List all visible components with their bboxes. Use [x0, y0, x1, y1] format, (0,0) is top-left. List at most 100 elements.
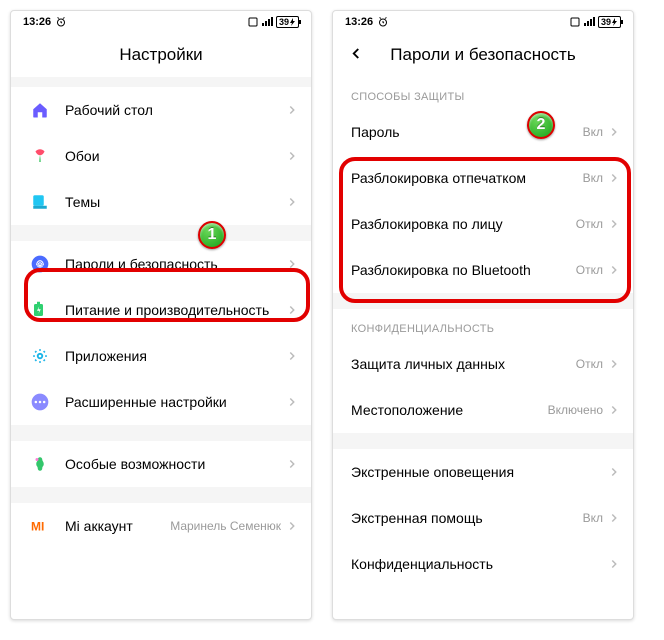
row-face-unlock[interactable]: Разблокировка по лицу Откл [333, 201, 633, 247]
row-wallpaper[interactable]: Обои [11, 133, 311, 179]
row-value: Включено [548, 403, 603, 417]
status-bar: 13:26 39 [11, 11, 311, 33]
row-apps[interactable]: Приложения [11, 333, 311, 379]
row-accessibility[interactable]: Особые возможности [11, 441, 311, 487]
battery-indicator: 39 [598, 16, 621, 28]
signal-icon [261, 17, 273, 27]
themes-icon [29, 191, 51, 213]
apps-icon [29, 345, 51, 367]
charging-icon [290, 18, 296, 26]
status-left: 13:26 [345, 16, 389, 28]
chevron-right-icon [607, 357, 621, 371]
chevron-right-icon [607, 171, 621, 185]
row-label: Приложения [65, 348, 285, 364]
chevron-right-icon [285, 349, 299, 363]
chevron-right-icon [285, 103, 299, 117]
chevron-right-icon [607, 217, 621, 231]
row-label: Разблокировка отпечатком [351, 170, 583, 186]
status-right: 39 [248, 16, 299, 28]
row-mi-account[interactable]: MI Mi аккаунт Маринель Семенюк [11, 503, 311, 549]
phone-security: 13:26 39 Пароли и безопасность СПОСОБЫ З… [332, 10, 634, 620]
row-label: Местоположение [351, 402, 548, 418]
back-button[interactable] [347, 45, 365, 66]
title-bar: Настройки [11, 33, 311, 77]
row-label: Экстренные оповещения [351, 464, 607, 480]
alarm-icon [377, 16, 389, 28]
row-home[interactable]: Рабочий стол [11, 87, 311, 133]
row-battery[interactable]: Питание и производительность [11, 287, 311, 333]
battery-percent: 39 [279, 17, 289, 27]
chevron-right-icon [285, 519, 299, 533]
row-label: Пароли и безопасность [65, 256, 285, 272]
row-security[interactable]: Пароли и безопасность [11, 241, 311, 287]
row-label: Обои [65, 148, 285, 164]
alarm-icon [55, 16, 67, 28]
row-themes[interactable]: Темы [11, 179, 311, 225]
settings-list: Рабочий стол Обои Темы Пароли и безопасн… [11, 77, 311, 619]
battery-percent: 39 [601, 17, 611, 27]
section-privacy: КОНФИДЕНЦИАЛЬНОСТЬ [333, 309, 633, 341]
status-time: 13:26 [23, 16, 51, 28]
row-label: Особые возможности [65, 456, 285, 472]
chevron-right-icon [607, 403, 621, 417]
row-label: Mi аккаунт [65, 518, 170, 534]
security-list: СПОСОБЫ ЗАЩИТЫ Пароль Вкл Разблокировка … [333, 77, 633, 619]
row-label: Экстренная помощь [351, 510, 583, 526]
chevron-right-icon [607, 511, 621, 525]
chevron-right-icon [285, 195, 299, 209]
row-data-protection[interactable]: Защита личных данных Откл [333, 341, 633, 387]
phone-settings: 13:26 39 Настройки Рабочий стол [10, 10, 312, 620]
sim-icon [570, 17, 580, 27]
row-value: Маринель Семенюк [170, 519, 281, 533]
row-value: Откл [576, 263, 603, 277]
row-fingerprint-unlock[interactable]: Разблокировка отпечатком Вкл [333, 155, 633, 201]
row-emergency-alerts[interactable]: Экстренные оповещения [333, 449, 633, 495]
row-label: Разблокировка по лицу [351, 216, 576, 232]
row-additional[interactable]: Расширенные настройки [11, 379, 311, 425]
chevron-right-icon [285, 303, 299, 317]
row-label: Защита личных данных [351, 356, 576, 372]
fingerprint-icon [29, 253, 51, 275]
row-value: Вкл [583, 511, 603, 525]
row-value: Откл [576, 357, 603, 371]
sim-icon [248, 17, 258, 27]
chevron-right-icon [607, 465, 621, 479]
battery-icon [29, 299, 51, 321]
accessibility-icon [29, 453, 51, 475]
row-label: Рабочий стол [65, 102, 285, 118]
row-label: Разблокировка по Bluetooth [351, 262, 576, 278]
chevron-right-icon [285, 257, 299, 271]
signal-icon [583, 17, 595, 27]
battery-indicator: 39 [276, 16, 299, 28]
row-label: Пароль [351, 124, 583, 140]
home-icon [29, 99, 51, 121]
chevron-right-icon [285, 395, 299, 409]
mi-logo-icon: MI [29, 515, 51, 537]
chevron-right-icon [285, 149, 299, 163]
section-protection: СПОСОБЫ ЗАЩИТЫ [333, 77, 633, 109]
row-password[interactable]: Пароль Вкл [333, 109, 633, 155]
row-value: Вкл [583, 125, 603, 139]
chevron-right-icon [607, 125, 621, 139]
page-title: Настройки [119, 45, 202, 65]
status-left: 13:26 [23, 16, 67, 28]
chevron-right-icon [607, 263, 621, 277]
wallpaper-icon [29, 145, 51, 167]
row-label: Конфиденциальность [351, 556, 607, 572]
status-right: 39 [570, 16, 621, 28]
row-label: Темы [65, 194, 285, 210]
page-title: Пароли и безопасность [390, 45, 575, 65]
row-value: Откл [576, 217, 603, 231]
svg-text:MI: MI [31, 520, 44, 534]
status-time: 13:26 [345, 16, 373, 28]
status-bar: 13:26 39 [333, 11, 633, 33]
row-confidentiality[interactable]: Конфиденциальность [333, 541, 633, 587]
chevron-right-icon [285, 457, 299, 471]
title-bar: Пароли и безопасность [333, 33, 633, 77]
row-label: Расширенные настройки [65, 394, 285, 410]
row-bluetooth-unlock[interactable]: Разблокировка по Bluetooth Откл [333, 247, 633, 293]
row-location[interactable]: Местоположение Включено [333, 387, 633, 433]
chevron-left-icon [347, 45, 365, 63]
row-emergency-help[interactable]: Экстренная помощь Вкл [333, 495, 633, 541]
chevron-right-icon [607, 557, 621, 571]
